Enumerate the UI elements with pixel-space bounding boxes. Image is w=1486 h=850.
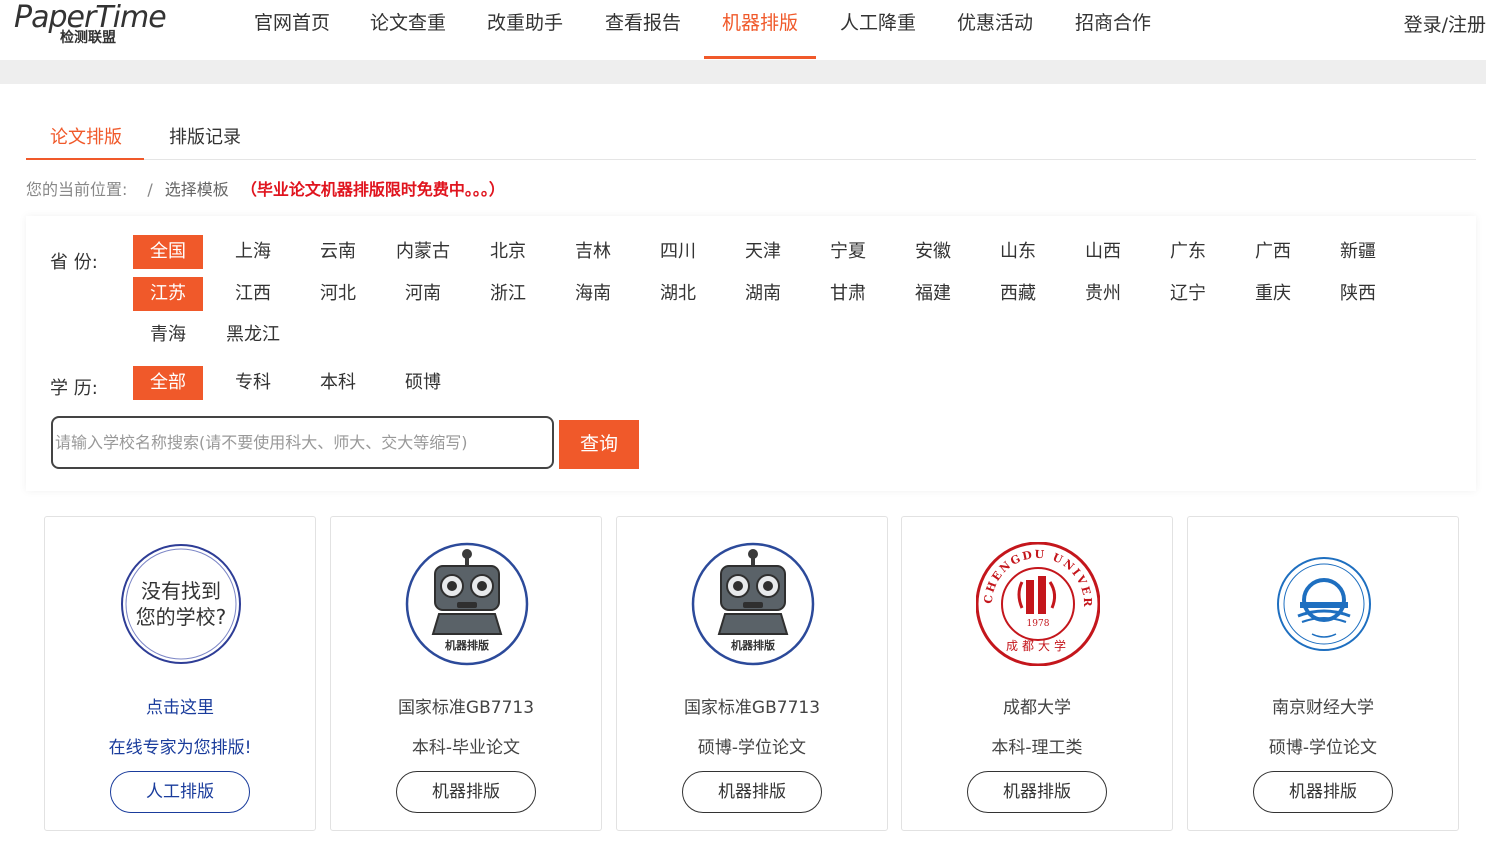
province-chip[interactable]: 北京 (473, 235, 543, 269)
school-search-input[interactable] (51, 416, 554, 469)
card-line-2: 硕博-学位论文 (1268, 738, 1378, 758)
province-chip[interactable]: 吉林 (558, 235, 628, 269)
province-chip[interactable]: 广西 (1238, 235, 1308, 269)
province-chip[interactable]: 江西 (218, 277, 288, 311)
education-label: 学 历: (50, 378, 98, 399)
province-chip[interactable]: 新疆 (1323, 235, 1393, 269)
province-chip[interactable]: 陕西 (1323, 277, 1393, 311)
province-chip[interactable]: 辽宁 (1153, 277, 1223, 311)
card-line-1[interactable]: 点击这里 (45, 693, 315, 718)
free-notice: （毕业论文机器排版限时免费中。。。） (240, 180, 505, 199)
nav-item-manual-rewrite[interactable]: 人工降重 (840, 8, 916, 60)
breadcrumb-current: 选择模板 (164, 180, 229, 199)
nav-item-view-report[interactable]: 查看报告 (605, 8, 681, 60)
search-button[interactable]: 查询 (559, 420, 639, 469)
nav-item-rewrite-assistant[interactable]: 改重助手 (487, 8, 563, 60)
province-chip[interactable]: 云南 (303, 235, 373, 269)
emblem-cn: 成都大学 (1006, 638, 1070, 653)
card-not-found[interactable]: 没有找到 您的学校? 点击这里 在线专家为您排版! 人工排版 (44, 516, 316, 831)
province-chip[interactable]: 上海 (218, 235, 288, 269)
province-chip[interactable]: 黑龙江 (218, 318, 288, 352)
top-nav-bar: PaperTime 检测联盟 官网首页 论文查重 改重助手 查看报告 机器排版 … (0, 0, 1486, 60)
robot-caption: 机器排版 (731, 638, 775, 652)
nav-item-partnership[interactable]: 招商合作 (1075, 8, 1151, 60)
card-gb7713-graduate[interactable]: 机器排版 国家标准GB7713 硕博-学位论文 机器排版 (616, 516, 888, 831)
breadcrumb-prefix: 您的当前位置: (26, 180, 128, 199)
province-chip[interactable]: 甘肃 (813, 277, 883, 311)
manual-formatting-button[interactable]: 人工排版 (110, 771, 250, 813)
province-chip[interactable]: 浙江 (473, 277, 543, 311)
robot-icon: 机器排版 (691, 542, 815, 666)
card-line-2: 本科-毕业论文 (411, 738, 521, 758)
province-label: 省 份: (50, 252, 98, 273)
province-chip[interactable]: 湖北 (643, 277, 713, 311)
province-chip[interactable]: 山东 (983, 235, 1053, 269)
education-chip[interactable]: 硕博 (388, 366, 458, 400)
emblem-year: 1978 (1027, 619, 1050, 629)
province-chip[interactable]: 河南 (388, 277, 458, 311)
province-chip[interactable]: 安徽 (898, 235, 968, 269)
nav-item-plagiarism-check[interactable]: 论文查重 (370, 8, 446, 60)
province-chip[interactable]: 全国 (133, 235, 203, 269)
province-chip[interactable]: 广东 (1153, 235, 1223, 269)
province-chip[interactable]: 贵州 (1068, 277, 1138, 311)
machine-formatting-button[interactable]: 机器排版 (396, 771, 536, 813)
province-chip[interactable]: 湖南 (728, 277, 798, 311)
province-chip[interactable]: 内蒙古 (388, 235, 458, 269)
education-chip[interactable]: 本科 (303, 366, 373, 400)
card-line-1: 南京财经大学 (1272, 698, 1374, 718)
province-chip[interactable]: 四川 (643, 235, 713, 269)
active-tab-indicator (26, 158, 144, 160)
card-line-1: 国家标准GB7713 (683, 698, 821, 718)
robot-caption: 机器排版 (445, 638, 489, 652)
logo[interactable]: PaperTime 检测联盟 (14, 0, 174, 50)
card-gb7713-undergrad[interactable]: 机器排版 国家标准GB7713 本科-毕业论文 机器排版 (330, 516, 602, 831)
education-chip[interactable]: 专科 (218, 366, 288, 400)
machine-formatting-button[interactable]: 机器排版 (967, 771, 1107, 813)
nav-item-machine-formatting[interactable]: 机器排版 (703, 8, 817, 60)
province-chip[interactable]: 重庆 (1238, 277, 1308, 311)
province-chip[interactable]: 西藏 (983, 277, 1053, 311)
nav-item-promotions[interactable]: 优惠活动 (957, 8, 1033, 60)
card-line-1: 成都大学 (1003, 698, 1071, 718)
province-chip[interactable]: 海南 (558, 277, 628, 311)
card-line-2: 在线专家为您排版! (108, 738, 252, 758)
province-chip[interactable]: 天津 (728, 235, 798, 269)
breadcrumb-separator: / (147, 180, 153, 199)
province-chip[interactable]: 福建 (898, 277, 968, 311)
nav-item-home[interactable]: 官网首页 (254, 8, 330, 60)
card-line-2: 本科-理工类 (991, 738, 1083, 758)
province-chip[interactable]: 宁夏 (813, 235, 883, 269)
emblem-text-1: 没有找到 (141, 579, 221, 603)
card-chengdu-university[interactable]: CHENGDU UNIVERSITY 1978 成都大学 成都大学 本科-理工类… (901, 516, 1173, 831)
province-chip[interactable]: 青海 (133, 318, 203, 352)
card-line-1: 国家标准GB7713 (397, 698, 535, 718)
tab-formatting-history[interactable]: 排版记录 (169, 123, 241, 149)
province-chip[interactable]: 江苏 (133, 276, 203, 311)
machine-formatting-button[interactable]: 机器排版 (682, 771, 822, 813)
card-line-2: 硕博-学位论文 (697, 738, 807, 758)
not-found-icon: 没有找到 您的学校? (121, 544, 241, 664)
header-divider-band (0, 60, 1486, 84)
chengdu-university-emblem-icon: CHENGDU UNIVERSITY 1978 成都大学 (976, 542, 1100, 666)
education-chip[interactable]: 全部 (133, 366, 203, 400)
nufe-emblem-icon (1277, 557, 1371, 651)
emblem-text-2: 您的学校? (136, 605, 227, 629)
province-chip[interactable]: 河北 (303, 277, 373, 311)
tabs-divider (26, 159, 1476, 160)
robot-icon: 机器排版 (405, 542, 529, 666)
breadcrumb: 您的当前位置: / 选择模板 （毕业论文机器排版限时免费中。。。） (26, 176, 505, 200)
tab-paper-formatting[interactable]: 论文排版 (50, 123, 122, 149)
card-nanjing-finance-university[interactable]: 南京财经大学 硕博-学位论文 机器排版 (1187, 516, 1459, 831)
logo-sub-text: 检测联盟 (60, 30, 116, 46)
machine-formatting-button[interactable]: 机器排版 (1253, 771, 1393, 813)
province-chip[interactable]: 山西 (1068, 235, 1138, 269)
login-register-link[interactable]: 登录/注册 (1404, 10, 1486, 37)
